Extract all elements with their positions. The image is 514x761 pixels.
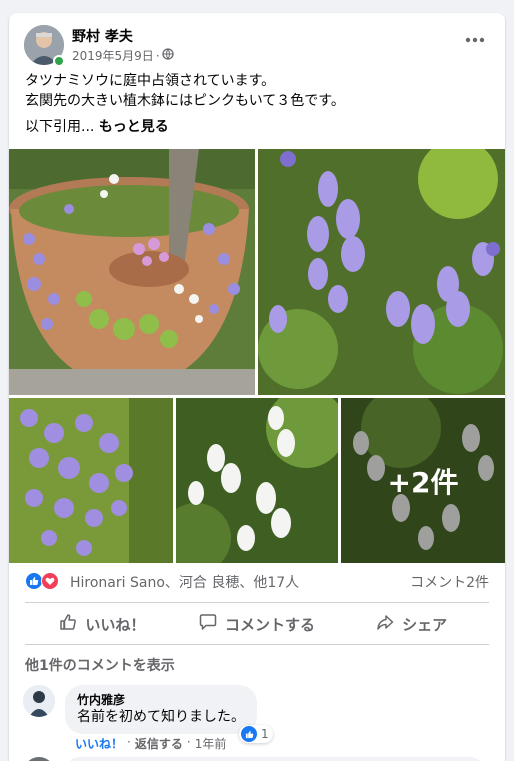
photo-5[interactable]: +2件 — [341, 398, 505, 563]
reaction-names[interactable]: Hironari Sano、河合 良穂、他17人 — [70, 572, 299, 592]
globe-icon — [161, 48, 174, 63]
post-text: タツナミソウに庭中占領されています。 玄関先の大きい植木鉢にはピンクもいて３色で… — [25, 71, 495, 137]
love-reaction-icon — [41, 572, 59, 590]
comment-time[interactable]: 1年前 — [195, 735, 227, 752]
share-button[interactable]: シェア — [334, 605, 489, 643]
post-text-line3: 以下引用... — [25, 119, 95, 135]
divider-top — [25, 602, 489, 603]
comment-item: 竹内雅彦 名前を初めて知りました。 1 いいね！ · 返信する · 1年前 — [23, 685, 493, 755]
comment-bubble: 竹内雅彦 名前を初めて知りました。 — [65, 685, 257, 734]
like-reaction-icon — [241, 726, 257, 742]
comment-actions-separator: · — [186, 735, 191, 749]
comment-button-label: コメントする — [225, 615, 316, 634]
meta-separator: · — [155, 48, 160, 63]
reaction-icons[interactable] — [25, 572, 65, 590]
comment-text: 名前を初めて知りました。 — [77, 709, 245, 725]
post-date[interactable]: 2019年5月9日 — [72, 47, 154, 64]
reactions-bar: Hironari Sano、河合 良穂、他17人 コメント2件 — [25, 570, 489, 592]
next-comment-bubble — [65, 757, 485, 761]
post-text-line2: 玄関先の大きい植木鉢にはピンクもいて３色です。 — [25, 93, 345, 109]
comment-reply-button[interactable]: 返信する — [135, 735, 183, 752]
comment-like-count: 1 — [261, 727, 269, 741]
thumbs-up-icon — [59, 613, 77, 635]
comment-count[interactable]: コメント2件 — [410, 572, 489, 592]
like-button-label: いいね！ — [85, 615, 146, 634]
photo-4[interactable] — [176, 398, 338, 563]
comment-actions-separator: · — [127, 735, 131, 749]
more-photos-overlay[interactable]: +2件 — [341, 398, 505, 563]
view-more-comments-link[interactable]: 他1件のコメントを表示 — [25, 655, 175, 675]
post-meta: 2019年5月9日 · — [72, 47, 174, 64]
commenter-name[interactable]: 竹内雅彦 — [77, 692, 245, 708]
comment-actions: いいね！ · 返信する · 1年前 — [75, 735, 226, 752]
next-commenter-avatar[interactable] — [23, 757, 55, 761]
more-dots-icon[interactable] — [461, 31, 489, 51]
photo-1[interactable] — [9, 149, 255, 395]
comment-like-button[interactable]: いいね！ — [75, 735, 123, 752]
comment-likes-badge[interactable]: 1 — [239, 725, 273, 743]
online-status-dot — [53, 55, 65, 67]
share-icon — [376, 613, 394, 635]
photo-3[interactable] — [9, 398, 173, 563]
like-button[interactable]: いいね！ — [25, 605, 180, 643]
comment-button[interactable]: コメントする — [180, 605, 335, 643]
photo-grid: +2件 — [9, 149, 505, 563]
commenter-avatar[interactable] — [23, 685, 55, 717]
divider-bottom — [25, 644, 489, 645]
share-button-label: シェア — [402, 615, 448, 634]
author-name[interactable]: 野村 孝夫 — [72, 26, 133, 46]
post-header: 野村 孝夫 2019年5月9日 · — [9, 13, 505, 73]
next-comment-item — [23, 757, 493, 761]
post-card: 野村 孝夫 2019年5月9日 · タツナミソウに庭中占領されています。 玄関先… — [9, 13, 505, 761]
action-bar: いいね！ コメントする シェア — [25, 605, 489, 643]
see-more-link[interactable]: もっと見る — [99, 119, 169, 135]
comment-icon — [199, 613, 217, 635]
post-text-line1: タツナミソウに庭中占領されています。 — [25, 73, 276, 89]
photo-2[interactable] — [258, 149, 505, 395]
